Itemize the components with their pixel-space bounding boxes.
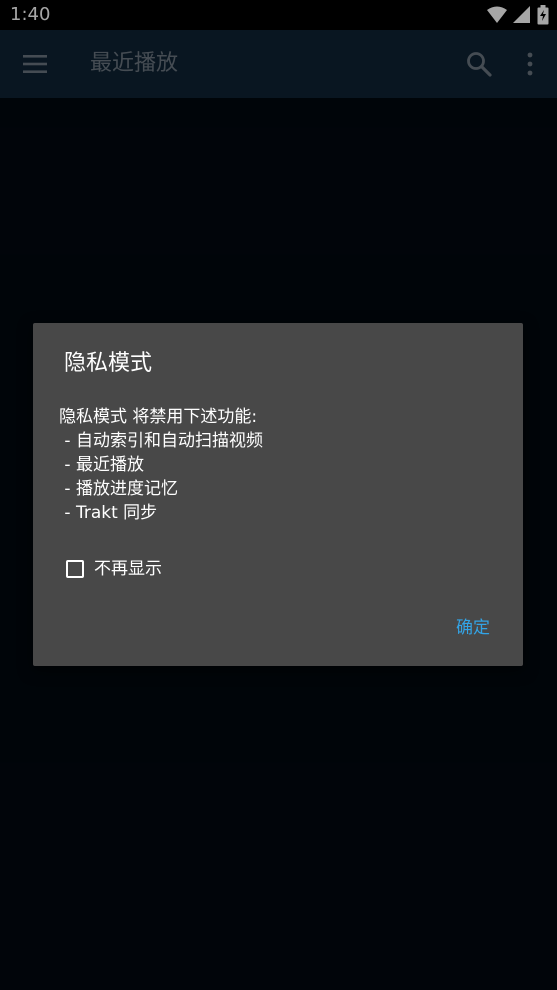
dialog-message-line: 隐私模式 将禁用下述功能:	[59, 407, 258, 427]
dialog-message-line: - Trakt 同步	[59, 503, 158, 523]
dont-show-again-checkbox[interactable]: 不再显示	[66, 557, 162, 581]
dialog-message-line: - 最近播放	[59, 455, 144, 475]
dialog-message-line: - 播放进度记忆	[59, 479, 178, 499]
dialog-message: 隐私模式 将禁用下述功能: - 自动索引和自动扫描视频 - 最近播放 - 播放进…	[59, 405, 499, 525]
privacy-mode-dialog: 隐私模式 隐私模式 将禁用下述功能: - 自动索引和自动扫描视频 - 最近播放 …	[33, 323, 523, 666]
checkbox-label: 不再显示	[94, 559, 162, 579]
dialog-message-line: - 自动索引和自动扫描视频	[59, 431, 263, 451]
screen: 1:40 最近播放 隐私模式 隐私模式 将禁用下述功能: - 自动索引和自动扫描…	[0, 0, 557, 990]
ok-button[interactable]: 确定	[438, 610, 508, 646]
dialog-title: 隐私模式	[64, 351, 153, 376]
checkbox-box[interactable]	[66, 560, 84, 578]
